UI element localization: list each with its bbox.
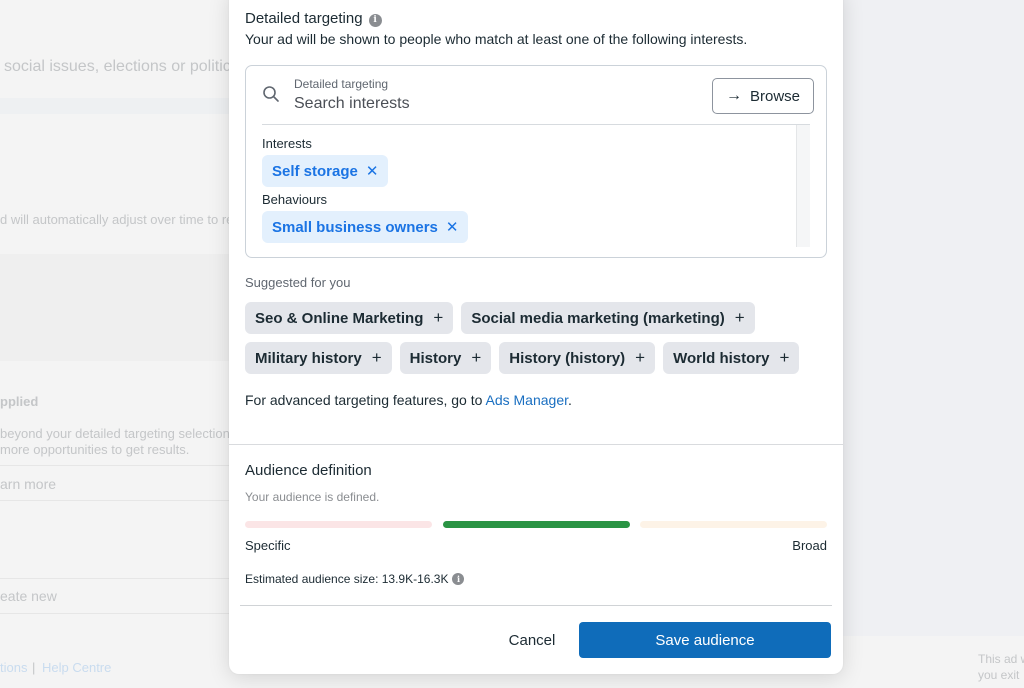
plus-icon: + [371, 348, 382, 367]
browse-label: Browse [749, 87, 801, 105]
audience-status: Your audience is defined. [245, 490, 380, 504]
bg-footer-sep: | [32, 660, 36, 675]
bg-create-new: eate new [0, 588, 57, 604]
selected-chip-self-storage: Self storage ✕ [262, 155, 389, 187]
plus-icon: + [433, 308, 444, 327]
audience-definition-title: Audience definition [245, 462, 372, 479]
chip-label: Seo & Online Marketing [255, 309, 424, 327]
suggested-row-1: Seo & Online Marketing + Social media ma… [245, 302, 755, 334]
plus-icon: + [779, 348, 790, 367]
advanced-suffix: . [568, 392, 572, 408]
estimate-text: Estimated audience size: 13.9K-16.3K [245, 572, 449, 586]
meter-segment-specific [245, 521, 432, 528]
bg-budget-text: d will automatically adjust over time to… [0, 212, 234, 227]
bg-advantage-title: pplied [0, 394, 39, 409]
search-divider [262, 124, 810, 125]
detailed-targeting-subtitle: Your ad will be shown to people who matc… [245, 31, 748, 47]
chip-label: History (history) [509, 349, 626, 367]
bg-divider [0, 613, 229, 614]
advanced-targeting-note: For advanced targeting features, go to A… [245, 392, 572, 408]
bg-panel [0, 254, 229, 361]
advanced-text: For advanced targeting features, go to [245, 392, 486, 408]
bg-help-centre-link: Help Centre [42, 660, 112, 675]
suggested-row-2: Military history + History + History (hi… [245, 342, 800, 374]
bg-footer-link: tions [0, 660, 28, 675]
footer-divider [240, 605, 832, 606]
bg-political-text: social issues, elections or politics [4, 58, 239, 75]
suggested-chip[interactable]: Military history + [245, 342, 392, 374]
bg-divider [0, 465, 229, 466]
remove-icon[interactable]: ✕ [446, 218, 459, 236]
meter-label-specific: Specific [245, 538, 291, 553]
meter-label-broad: Broad [792, 538, 827, 553]
suggested-chip[interactable]: History + [399, 342, 492, 374]
arrow-right-icon: → [725, 87, 742, 104]
info-icon[interactable]: i [452, 573, 465, 585]
remove-icon[interactable]: ✕ [366, 162, 379, 180]
browse-button[interactable]: → Browse [712, 78, 814, 114]
search-icon [263, 86, 279, 102]
suggested-chip[interactable]: World history + [663, 342, 800, 374]
chip-label: Military history [255, 349, 362, 367]
bg-advantage-text2: more opportunities to get results. [0, 442, 190, 457]
bg-divider [0, 500, 229, 501]
bg-learn-more: arn more [0, 476, 57, 492]
suggested-chip[interactable]: Social media marketing (marketing) + [461, 302, 755, 334]
save-audience-button[interactable]: Save audience [579, 622, 831, 658]
bg-preview-panel [843, 0, 1024, 636]
estimated-audience-size: Estimated audience size: 13.9K-16.3K i [245, 572, 465, 586]
search-field-label: Detailed targeting [294, 77, 389, 91]
plus-icon: + [734, 308, 745, 327]
plus-icon: + [635, 348, 646, 367]
bg-band [0, 98, 229, 114]
chip-label: Social media marketing (marketing) [471, 309, 725, 327]
detailed-targeting-heading: Detailed targeting i [245, 10, 382, 27]
scrollbar[interactable] [796, 125, 810, 247]
interests-group-label: Interests [262, 136, 312, 151]
bg-preview-text2: you exit [978, 668, 1020, 682]
targeting-box: Detailed targeting → Browse Interests Se… [245, 65, 827, 258]
detailed-targeting-title: Detailed targeting [245, 10, 363, 27]
meter-segment-broad [640, 521, 827, 528]
chip-label: History [409, 349, 462, 367]
bg-advantage-text1: beyond your detailed targeting selection [0, 426, 230, 441]
info-icon[interactable]: i [368, 13, 382, 27]
search-interests-input[interactable] [294, 93, 694, 115]
bg-divider [0, 578, 229, 579]
plus-icon: + [471, 348, 482, 367]
suggested-chip[interactable]: Seo & Online Marketing + [245, 302, 454, 334]
chip-label: Self storage [272, 162, 358, 180]
chip-label: Small business owners [272, 218, 438, 236]
behaviours-group-label: Behaviours [262, 192, 328, 207]
cancel-button[interactable]: Cancel [499, 622, 565, 658]
suggested-chip[interactable]: History (history) + [499, 342, 656, 374]
bg-preview-text1: This ad w [978, 652, 1024, 666]
meter-segment-defined [443, 521, 630, 528]
audience-modal: Detailed targeting i Your ad will be show… [229, 0, 843, 674]
selected-chip-small-business-owners: Small business owners ✕ [262, 211, 469, 243]
bg-preview-footer: This ad w you exit [843, 636, 1024, 688]
ads-manager-link[interactable]: Ads Manager [486, 392, 569, 408]
section-divider [229, 444, 843, 445]
chip-label: World history [673, 349, 770, 367]
suggested-label: Suggested for you [245, 275, 351, 290]
